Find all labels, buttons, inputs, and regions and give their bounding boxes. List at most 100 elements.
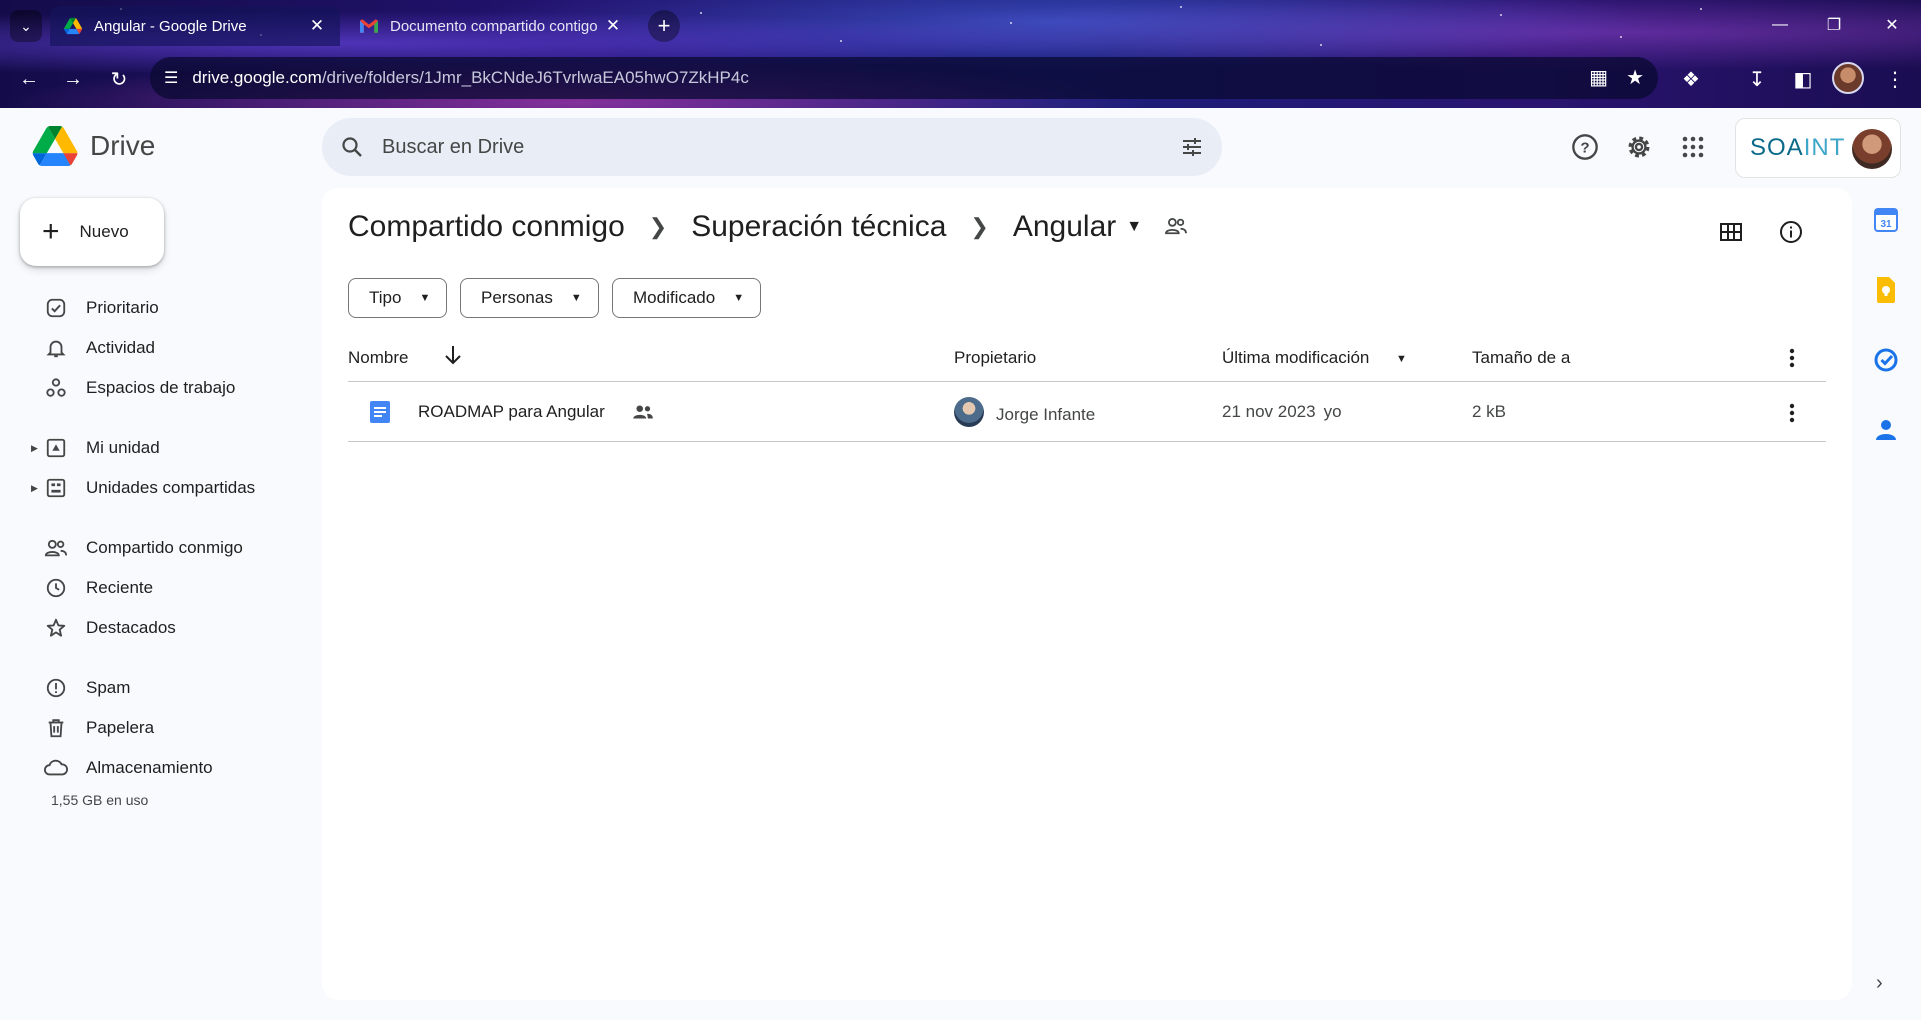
organization-logo: SOAINT [1750, 134, 1846, 161]
expand-arrow-icon[interactable]: ▶ [31, 443, 38, 454]
chevron-right-icon[interactable]: › [1876, 972, 1883, 995]
sidebar-item-espacios[interactable]: Espacios de trabajo [0, 368, 310, 408]
svg-text:31: 31 [1880, 219, 1892, 230]
more-vert-icon[interactable]: ⋮ [1880, 64, 1910, 94]
shared-file-icon [632, 403, 654, 421]
owner-avatar [954, 397, 984, 427]
sidebar-item-reciente[interactable]: Reciente [0, 568, 310, 608]
new-button[interactable]: + Nuevo [20, 198, 164, 266]
chevron-right-icon: ❯ [970, 214, 989, 239]
modified-date: 21 nov 2023 [1222, 402, 1316, 421]
clock-icon [44, 576, 68, 600]
filter-people-chip[interactable]: Personas ▼ [460, 278, 599, 318]
table-row[interactable]: ROADMAP para Angular Jorge Infante 21 no… [348, 384, 1826, 442]
minimize-icon[interactable]: — [1760, 10, 1800, 40]
sidebar-item-actividad[interactable]: Actividad [0, 328, 310, 368]
column-header-modified[interactable]: Última modificación [1222, 348, 1369, 368]
search-bar[interactable] [322, 118, 1222, 176]
sidebar-item-label: Reciente [86, 578, 154, 597]
background-star [1500, 14, 1502, 16]
drive-wordmark: Drive [90, 130, 156, 161]
storage-usage-text: 1,55 GB en uso [51, 792, 149, 808]
sidebar-item-papelera[interactable]: Papelera [0, 708, 310, 748]
sort-arrow-down-icon[interactable] [444, 344, 462, 371]
sidebar-item-unidades-compartidas[interactable]: ▶ Unidades compartidas [0, 468, 310, 508]
column-header-size[interactable]: Tamaño de a [1472, 348, 1576, 368]
extensions-icon[interactable]: ❖ [1676, 64, 1706, 94]
restore-icon[interactable]: ❐ [1814, 10, 1854, 40]
new-tab-button[interactable]: + [648, 10, 680, 42]
bookmark-star-icon[interactable]: ★ [1626, 65, 1644, 90]
address-bar[interactable]: ☰ drive.google.com/drive/folders/1Jmr_Bk… [150, 57, 1658, 99]
calendar-icon[interactable]: 31 [1870, 204, 1902, 236]
search-input[interactable] [382, 135, 1162, 159]
background-star [1010, 22, 1012, 24]
drive-logo[interactable]: Drive [32, 126, 155, 166]
sidebar-item-destacados[interactable]: Destacados [0, 608, 310, 648]
apps-grid-icon[interactable] [1676, 130, 1710, 164]
site-info-icon[interactable]: ☰ [164, 68, 178, 88]
file-name[interactable]: ROADMAP para Angular [418, 402, 605, 422]
tasks-icon[interactable] [1870, 344, 1902, 376]
close-window-icon[interactable]: ✕ [1872, 10, 1912, 40]
modified-by: yo [1323, 402, 1342, 421]
sidebar-item-label: Papelera [86, 718, 155, 737]
browser-toolbar: ← → ↻ ☰ drive.google.com/drive/folders/1… [0, 52, 1921, 106]
more-vert-icon[interactable] [1777, 398, 1807, 428]
sidebar-item-prioritario[interactable]: Prioritario [0, 288, 310, 328]
shared-folder-icon [1164, 210, 1188, 244]
breadcrumb-item[interactable]: Superación técnica [691, 210, 946, 244]
install-app-icon[interactable]: ▦ [1589, 65, 1608, 90]
help-icon[interactable]: ? [1568, 130, 1602, 164]
expand-arrow-icon[interactable]: ▶ [31, 483, 38, 494]
search-icon[interactable] [322, 135, 382, 159]
caret-down-icon[interactable]: ▼ [1126, 218, 1142, 236]
reload-icon[interactable]: ↻ [104, 64, 134, 94]
back-icon[interactable]: ← [14, 64, 44, 94]
forward-icon[interactable]: → [58, 64, 88, 94]
file-modified: 21 nov 2023 yo [1222, 402, 1342, 422]
trash-icon [44, 716, 68, 740]
info-icon[interactable] [1773, 214, 1809, 250]
grid-view-icon[interactable] [1713, 214, 1749, 250]
settings-gear-icon[interactable] [1622, 130, 1656, 164]
tab-gmail[interactable]: Documento compartido contigo ✕ [346, 6, 636, 46]
more-vert-icon[interactable] [1777, 343, 1807, 373]
caret-down-icon[interactable]: ▼ [1396, 353, 1407, 365]
new-button-label: Nuevo [79, 222, 129, 241]
browser-profile-avatar[interactable] [1832, 62, 1864, 94]
column-header-name[interactable]: Nombre [348, 348, 408, 368]
caret-down-icon: ▼ [419, 292, 431, 304]
background-star [840, 40, 842, 42]
plus-icon: + [42, 215, 60, 248]
close-tab-icon[interactable]: ✕ [308, 16, 326, 36]
account-avatar[interactable] [1852, 129, 1892, 169]
keep-icon[interactable] [1870, 274, 1902, 306]
sidebar-item-label: Unidades compartidas [86, 478, 256, 497]
bell-icon [44, 336, 68, 360]
close-tab-icon[interactable]: ✕ [604, 16, 622, 36]
url-text[interactable]: drive.google.com/drive/folders/1Jmr_BkCN… [192, 68, 749, 88]
filter-type-chip[interactable]: Tipo ▼ [348, 278, 448, 318]
tab-search-button[interactable]: ⌄ [10, 10, 42, 42]
sidebar-item-mi-unidad[interactable]: ▶ Mi unidad [0, 428, 310, 468]
sidebar-item-label: Espacios de trabajo [86, 378, 236, 397]
filter-label: Modificado [633, 288, 716, 307]
breadcrumb-item[interactable]: Compartido conmigo [348, 210, 625, 244]
search-options-icon[interactable] [1162, 135, 1222, 159]
owner-name: Jorge Infante [996, 404, 1096, 424]
download-icon[interactable]: ↧ [1742, 64, 1772, 94]
breadcrumb: Compartido conmigo ❯ Superación técnica … [348, 210, 1188, 244]
main-panel: Compartido conmigo ❯ Superación técnica … [322, 188, 1852, 1000]
account-chip[interactable]: SOAINT [1735, 118, 1901, 178]
column-header-owner[interactable]: Propietario [954, 348, 1036, 368]
breadcrumb-current-folder[interactable]: Angular [1013, 210, 1116, 244]
sidebar-item-compartido-conmigo[interactable]: Compartido conmigo [0, 528, 310, 568]
tab-drive[interactable]: Angular - Google Drive ✕ [50, 6, 340, 46]
sidebar-item-almacenamiento[interactable]: Almacenamiento [0, 748, 310, 788]
filter-modified-chip[interactable]: Modificado ▼ [612, 278, 762, 318]
side-panel-icon[interactable]: ◧ [1788, 64, 1818, 94]
contacts-icon[interactable] [1870, 414, 1902, 446]
sidebar-item-spam[interactable]: Spam [0, 668, 310, 708]
caret-down-icon: ▼ [570, 292, 582, 304]
